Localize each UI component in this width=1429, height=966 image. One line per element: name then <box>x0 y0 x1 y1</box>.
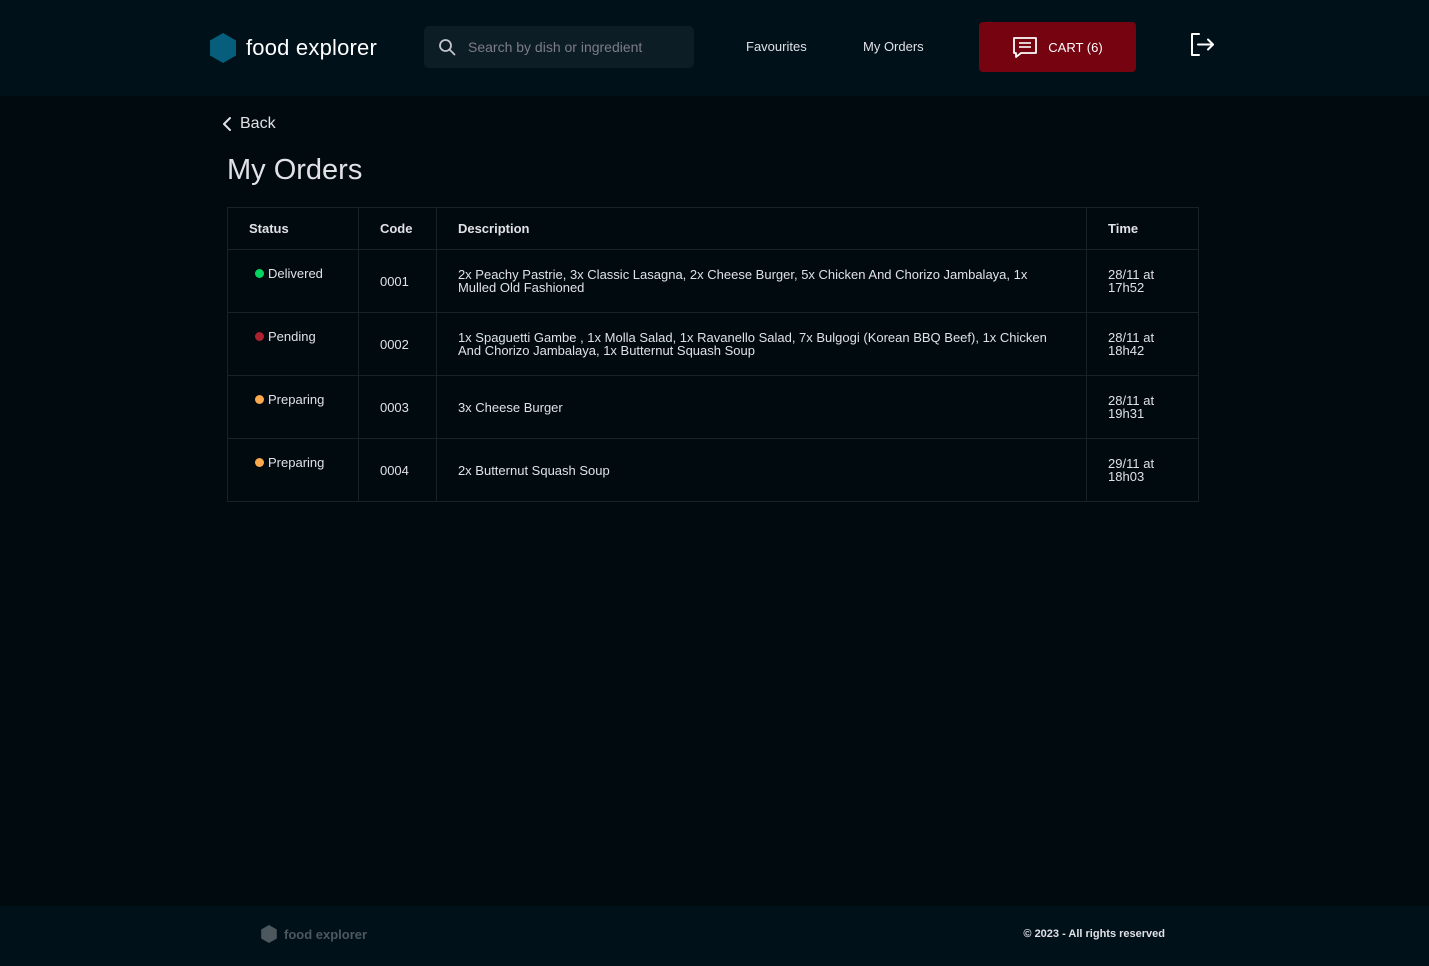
search-icon <box>439 39 456 56</box>
column-header-status: Status <box>227 207 359 250</box>
orders-table: Status Code Description Time Delivered 0… <box>227 207 1199 502</box>
cart-label: CART (6) <box>1048 39 1103 55</box>
table-row[interactable]: Pending 0002 1x Spaguetti Gambe , 1x Mol… <box>227 312 1199 376</box>
order-code: 0003 <box>357 375 437 439</box>
page-title: My Orders <box>227 154 363 186</box>
status-badge: Pending <box>255 330 316 343</box>
table-row[interactable]: Preparing 0003 3x Cheese Burger 28/11 at… <box>227 375 1199 439</box>
table-row[interactable]: Delivered 0001 2x Peachy Pastrie, 3x Cla… <box>227 249 1199 313</box>
hexagon-logo-icon <box>210 33 236 63</box>
table-row[interactable]: Preparing 0004 2x Butternut Squash Soup … <box>227 438 1199 502</box>
order-time: 28/11 at 19h31 <box>1086 375 1199 439</box>
search-bar[interactable] <box>424 26 694 68</box>
column-header-time: Time <box>1086 207 1199 250</box>
receipt-icon <box>1013 37 1038 58</box>
order-description: 2x Butternut Squash Soup <box>435 438 1088 502</box>
nav-favourites[interactable]: Favourites <box>746 39 807 54</box>
footer: food explorer © 2023 - All rights reserv… <box>0 906 1429 966</box>
column-header-description: Description <box>435 207 1088 250</box>
status-cell: Preparing <box>227 375 359 439</box>
status-cell: Pending <box>227 312 359 376</box>
hexagon-logo-icon <box>261 925 277 943</box>
status-dot-icon <box>255 395 264 404</box>
status-label: Preparing <box>268 455 325 470</box>
back-label: Back <box>240 115 276 132</box>
order-description: 1x Spaguetti Gambe , 1x Molla Salad, 1x … <box>435 312 1088 376</box>
status-badge: Preparing <box>255 393 324 406</box>
order-time: 28/11 at 18h42 <box>1086 312 1199 376</box>
header: food explorer Favourites My Orders CART … <box>0 0 1429 96</box>
footer-logo: food explorer <box>260 925 367 943</box>
copyright: © 2023 - All rights reserved <box>1023 928 1165 940</box>
order-time: 28/11 at 17h52 <box>1086 249 1199 313</box>
logout-button[interactable] <box>1188 31 1216 59</box>
status-badge: Delivered <box>255 267 323 280</box>
order-code: 0004 <box>357 438 437 502</box>
sign-out-icon <box>1191 33 1214 56</box>
logo-text: food explorer <box>246 35 378 60</box>
order-description: 2x Peachy Pastrie, 3x Classic Lasagna, 2… <box>435 249 1088 313</box>
status-label: Pending <box>268 329 316 344</box>
footer-logo-text: food explorer <box>284 926 368 942</box>
nav-my-orders[interactable]: My Orders <box>863 39 924 54</box>
cart-button[interactable]: CART (6) <box>979 22 1136 72</box>
status-label: Delivered <box>268 266 323 281</box>
table-header-row: Status Code Description Time <box>227 207 1199 250</box>
chevron-left-icon <box>223 117 231 131</box>
status-dot-icon <box>255 269 264 278</box>
logo[interactable]: food explorer <box>210 33 377 63</box>
column-header-code: Code <box>357 207 437 250</box>
search-input[interactable] <box>468 39 678 55</box>
status-cell: Preparing <box>227 438 359 502</box>
order-description: 3x Cheese Burger <box>435 375 1088 439</box>
order-code: 0002 <box>357 312 437 376</box>
status-dot-icon <box>255 332 264 341</box>
status-label: Preparing <box>268 392 325 407</box>
status-cell: Delivered <box>227 249 359 313</box>
status-badge: Preparing <box>255 456 324 469</box>
order-code: 0001 <box>357 249 437 313</box>
status-dot-icon <box>255 458 264 467</box>
order-time: 29/11 at 18h03 <box>1086 438 1199 502</box>
back-link[interactable]: Back <box>222 115 276 133</box>
